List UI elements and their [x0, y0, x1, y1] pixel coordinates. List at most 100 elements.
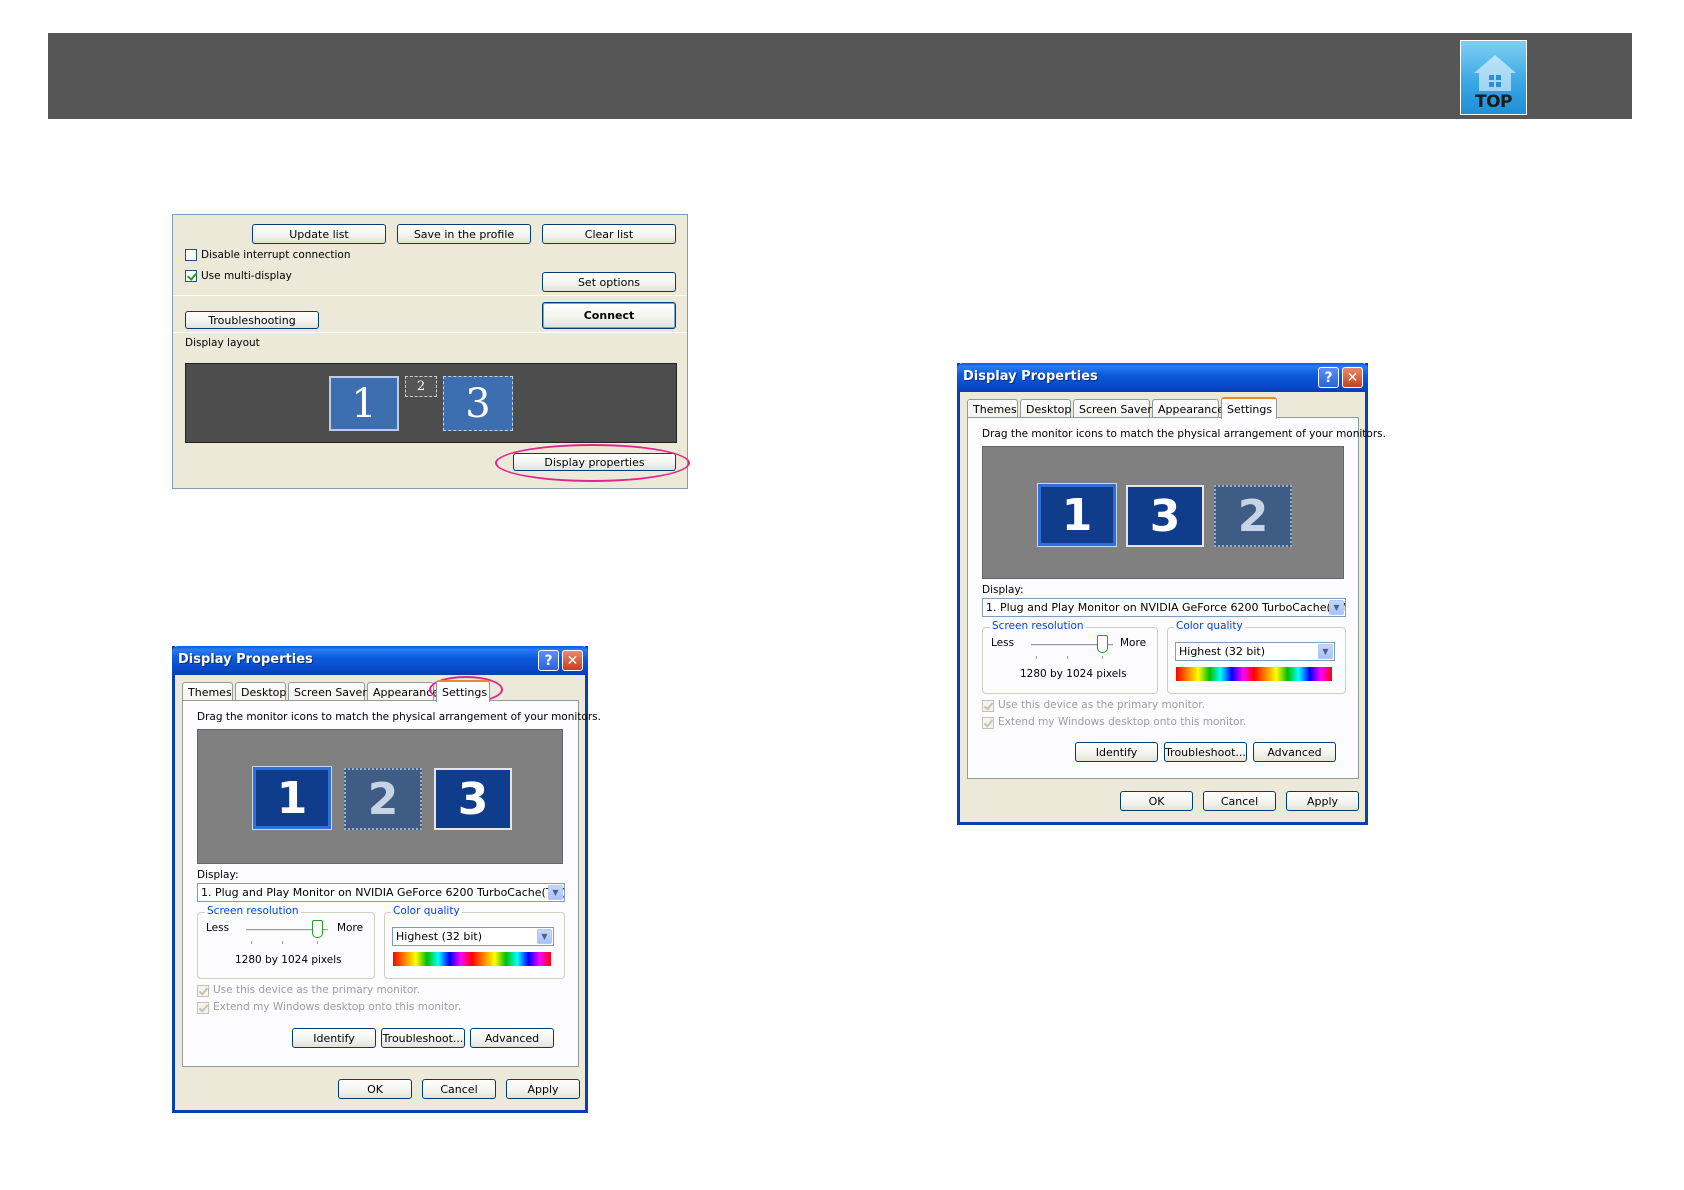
display-properties-dialog: Display Properties ? ✕ Themes Desktop Sc… [172, 646, 601, 1113]
screen-resolution-label: Screen resolution [990, 620, 1086, 632]
tab-desktop[interactable]: Desktop [1020, 399, 1071, 418]
cancel-button[interactable]: Cancel [1203, 791, 1276, 811]
display-select[interactable]: 1. Plug and Play Monitor on NVIDIA GeFor… [982, 598, 1346, 617]
tab-desktop[interactable]: Desktop [235, 682, 286, 701]
troubleshooting-button[interactable]: Troubleshooting [185, 311, 319, 329]
chevron-down-icon[interactable]: ▼ [548, 885, 563, 900]
monitor-2-icon[interactable]: 2 [344, 768, 422, 830]
more-label: More [337, 922, 364, 934]
color-quality-select[interactable]: Highest (32 bit) ▼ [392, 927, 554, 946]
clear-list-button[interactable]: Clear list [542, 224, 676, 244]
resolution-slider-thumb[interactable] [312, 920, 323, 938]
settings-page: Drag the monitor icons to match the phys… [182, 700, 601, 1067]
less-label: Less [206, 922, 230, 934]
extend-desktop-checkbox[interactable] [982, 717, 994, 729]
use-multi-display-checkbox[interactable] [185, 270, 197, 282]
tab-appearance[interactable]: Appearance [1152, 399, 1224, 418]
tab-themes[interactable]: Themes [182, 682, 233, 701]
color-spectrum-bar [393, 952, 551, 966]
less-label: Less [991, 637, 1015, 649]
monitor-2-icon[interactable]: 2 [1214, 485, 1292, 547]
extend-desktop-label: Extend my Windows desktop onto this moni… [213, 1001, 462, 1013]
divider [173, 295, 687, 296]
tab-settings[interactable]: Settings [1221, 397, 1277, 419]
primary-monitor-label: Use this device as the primary monitor. [998, 699, 1205, 711]
close-icon[interactable]: ✕ [562, 650, 583, 671]
close-icon[interactable]: ✕ [1342, 367, 1363, 388]
instruction-text: Drag the monitor icons to match the phys… [982, 428, 1386, 440]
monitor-3-icon[interactable]: 3 [1126, 485, 1204, 547]
highlight-ring [495, 444, 690, 482]
identify-button[interactable]: Identify [1075, 742, 1158, 762]
troubleshoot-button[interactable]: Troubleshoot... [381, 1028, 465, 1048]
color-quality-select[interactable]: Highest (32 bit) ▼ [1175, 642, 1335, 661]
display-layout-label: Display layout [185, 337, 260, 349]
help-icon[interactable]: ? [1318, 367, 1339, 388]
chevron-down-icon[interactable]: ▼ [1329, 600, 1344, 615]
apply-button[interactable]: Apply [506, 1079, 580, 1099]
tab-themes[interactable]: Themes [967, 399, 1018, 418]
instruction-text: Drag the monitor icons to match the phys… [197, 711, 601, 723]
save-profile-button[interactable]: Save in the profile [397, 224, 531, 244]
apply-button[interactable]: Apply [1286, 791, 1359, 811]
help-icon[interactable]: ? [538, 650, 559, 671]
use-multi-display-label: Use multi-display [201, 270, 292, 282]
update-list-button[interactable]: Update list [252, 224, 386, 244]
color-spectrum-bar [1176, 667, 1332, 681]
display-label: Display: [197, 869, 239, 881]
chevron-down-icon[interactable]: ▼ [537, 929, 552, 944]
ok-button[interactable]: OK [338, 1079, 412, 1099]
display-select-value: 1. Plug and Play Monitor on NVIDIA GeFor… [201, 886, 565, 899]
monitor-1-icon[interactable]: 1 [253, 767, 331, 829]
tab-screen-saver[interactable]: Screen Saver [1073, 399, 1152, 418]
divider [173, 332, 687, 333]
color-quality-value: Highest (32 bit) [396, 930, 483, 943]
resolution-slider-thumb[interactable] [1097, 635, 1108, 653]
slider-tick [282, 941, 283, 944]
use-multi-display-row[interactable]: Use multi-display [185, 270, 292, 282]
header-band [48, 33, 1632, 119]
cancel-button[interactable]: Cancel [422, 1079, 496, 1099]
monitor-arrangement-area: 1 2 3 [197, 729, 563, 864]
advanced-button[interactable]: Advanced [470, 1028, 554, 1048]
chevron-down-icon[interactable]: ▼ [1318, 644, 1333, 659]
extend-desktop-label: Extend my Windows desktop onto this moni… [998, 716, 1247, 728]
monitor-3-icon[interactable]: 3 [443, 376, 513, 431]
color-quality-label: Color quality [1174, 620, 1245, 632]
slider-tick [1102, 656, 1103, 659]
tab-appearance[interactable]: Appearance [367, 682, 439, 701]
top-link[interactable]: TOP [1460, 40, 1527, 115]
display-select[interactable]: 1. Plug and Play Monitor on NVIDIA GeFor… [197, 883, 565, 902]
disable-interrupt-checkbox[interactable] [185, 249, 197, 261]
more-label: More [1120, 637, 1147, 649]
slider-tick [317, 941, 318, 944]
primary-monitor-checkbox[interactable] [197, 985, 209, 997]
ok-button[interactable]: OK [1120, 791, 1193, 811]
tab-screen-saver[interactable]: Screen Saver [288, 682, 367, 701]
monitor-1-icon[interactable]: 1 [329, 376, 399, 431]
monitor-1-icon[interactable]: 1 [1038, 484, 1116, 546]
title-bar: Display Properties ? ✕ [957, 363, 1368, 392]
connect-button[interactable]: Connect [542, 302, 676, 329]
settings-page: Drag the monitor icons to match the phys… [967, 417, 1386, 779]
monitor-3-icon[interactable]: 3 [434, 768, 512, 830]
disable-interrupt-label: Disable interrupt connection [201, 249, 351, 261]
color-quality-label: Color quality [391, 905, 462, 917]
display-select-value: 1. Plug and Play Monitor on NVIDIA GeFor… [986, 601, 1346, 614]
troubleshoot-button[interactable]: Troubleshoot... [1164, 742, 1247, 762]
tab-settings[interactable]: Settings [436, 680, 490, 702]
disable-interrupt-row[interactable]: Disable interrupt connection [185, 249, 351, 261]
monitor-2-icon[interactable]: 2 [405, 376, 437, 397]
slider-tick [1036, 656, 1037, 659]
primary-monitor-label: Use this device as the primary monitor. [213, 984, 420, 996]
identify-button[interactable]: Identify [292, 1028, 376, 1048]
display-label: Display: [982, 584, 1024, 596]
advanced-button[interactable]: Advanced [1253, 742, 1336, 762]
set-options-button[interactable]: Set options [542, 272, 676, 292]
display-properties-dialog-arranged: Display Properties ? ✕ Themes Desktop Sc… [957, 363, 1386, 825]
extend-desktop-checkbox[interactable] [197, 1002, 209, 1014]
top-label: TOP [1474, 92, 1513, 112]
resolution-value: 1280 by 1024 pixels [1020, 668, 1127, 680]
primary-monitor-checkbox[interactable] [982, 700, 994, 712]
resolution-value: 1280 by 1024 pixels [235, 954, 342, 966]
